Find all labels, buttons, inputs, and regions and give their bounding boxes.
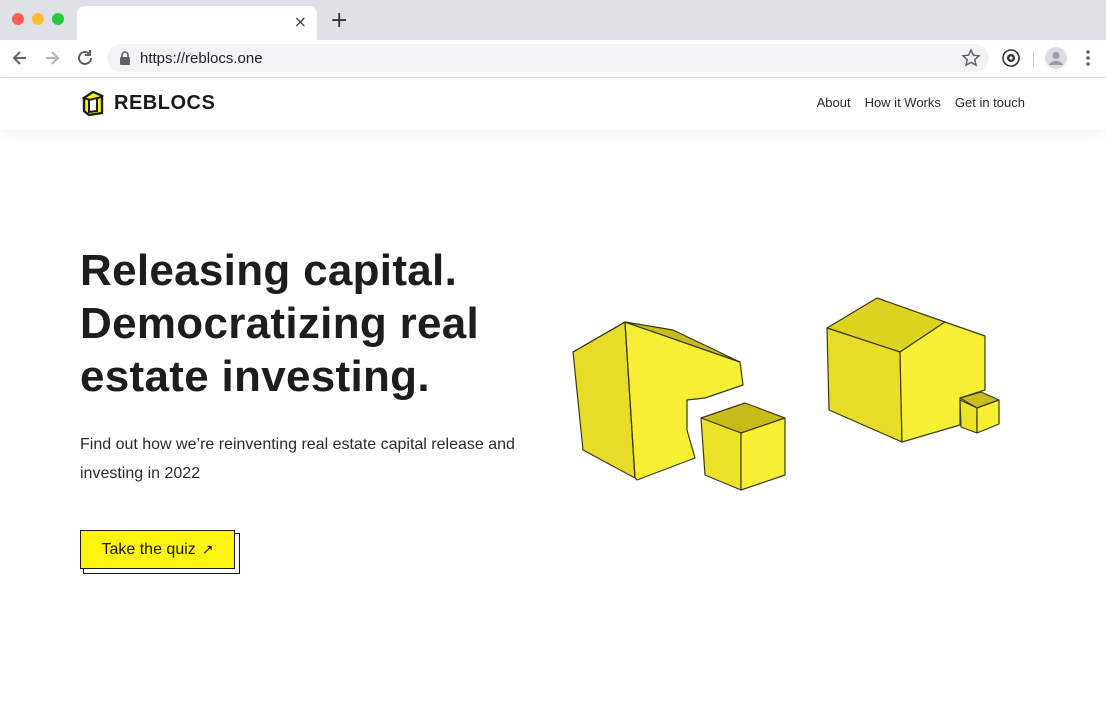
- hero-subtext: Find out how we’re reinventing real esta…: [80, 436, 515, 482]
- browser-tab[interactable]: ×: [77, 6, 317, 40]
- nav-get-in-touch[interactable]: Get in touch: [955, 95, 1025, 110]
- headline-line: Releasing capital.: [80, 246, 458, 295]
- minimize-window-button[interactable]: [32, 13, 44, 25]
- large-house-illustration: [572, 321, 786, 491]
- lock-icon: [120, 51, 130, 65]
- houses-illustration: [572, 297, 1000, 491]
- take-quiz-button[interactable]: Take the quiz ↗: [80, 530, 235, 569]
- nav-about[interactable]: About: [817, 95, 851, 110]
- profile-icon[interactable]: [1045, 47, 1067, 69]
- cta-label: Take the quiz: [101, 540, 196, 558]
- browser-tab-strip: × +: [0, 0, 1106, 40]
- url-text[interactable]: https://reblocs.one: [140, 50, 263, 67]
- nav-how-it-works[interactable]: How it Works: [865, 95, 941, 110]
- main-nav: About How it Works Get in touch: [817, 95, 1025, 110]
- arrow-up-right-icon: ↗: [201, 541, 214, 558]
- site-header: REBLOCS About How it Works Get in touch: [0, 78, 1106, 130]
- back-icon[interactable]: [10, 48, 30, 68]
- close-window-button[interactable]: [12, 13, 24, 25]
- headline-line: estate investing.: [80, 352, 430, 401]
- maximize-window-button[interactable]: [52, 13, 64, 25]
- browser-toolbar: https://reblocs.one: [0, 40, 1106, 78]
- address-bar[interactable]: https://reblocs.one: [107, 44, 989, 72]
- logo-house-icon: [81, 90, 105, 117]
- reload-icon[interactable]: [75, 48, 95, 68]
- menu-icon[interactable]: [1080, 48, 1096, 68]
- new-tab-button[interactable]: +: [330, 9, 348, 33]
- right-house-illustration: [826, 297, 1000, 443]
- hero-headline: Releasing capital. Democratizing real es…: [80, 244, 560, 403]
- extension-icon[interactable]: [1001, 48, 1021, 68]
- brand-logo[interactable]: REBLOCS: [80, 89, 215, 117]
- star-icon[interactable]: [961, 48, 981, 68]
- forward-icon[interactable]: [42, 48, 62, 68]
- toolbar-divider: [1033, 51, 1034, 67]
- tab-close-icon[interactable]: ×: [294, 13, 307, 31]
- headline-line: Democratizing real: [80, 299, 480, 348]
- brand-name: REBLOCS: [114, 91, 216, 114]
